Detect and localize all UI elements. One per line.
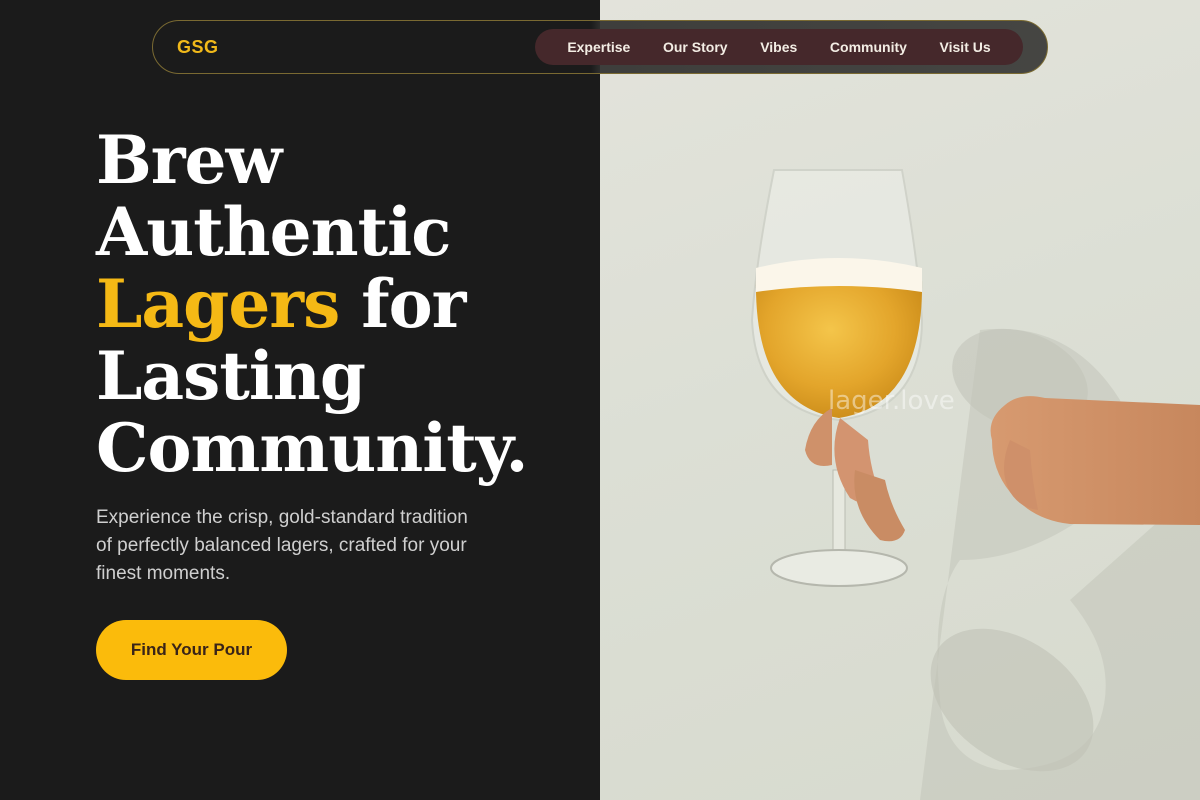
- nav-link-community[interactable]: Community: [830, 39, 907, 55]
- hero-title-line4: Lasting: [96, 337, 366, 415]
- brand-logo[interactable]: GSG: [177, 37, 219, 58]
- hero-image: lager.love: [600, 0, 1200, 800]
- hero-description: Experience the crisp, gold-standard trad…: [96, 507, 468, 584]
- nav-link-visit-us[interactable]: Visit Us: [940, 39, 991, 55]
- hero-title-accent: Lagers: [96, 265, 340, 343]
- hero-title-line5: Community.: [96, 409, 529, 487]
- nav-link-vibes[interactable]: Vibes: [760, 39, 797, 55]
- hero-title-line3-rest: for: [339, 265, 466, 343]
- hero-title-line2: Authentic: [96, 193, 451, 271]
- hero-title-line3: Lagers for: [96, 268, 596, 340]
- nav-link-expertise[interactable]: Expertise: [567, 39, 630, 55]
- nav-link-our-story[interactable]: Our Story: [663, 39, 728, 55]
- image-watermark: lager.love: [828, 386, 955, 416]
- find-your-pour-button[interactable]: Find Your Pour: [96, 620, 287, 680]
- hero-title: Brew Authentic Lagers for Lasting Commun…: [96, 124, 596, 484]
- nav-links: Expertise Our Story Vibes Community Visi…: [535, 29, 1023, 65]
- top-navbar: GSG Expertise Our Story Vibes Community …: [152, 20, 1048, 74]
- hero-title-line1: Brew: [96, 121, 282, 199]
